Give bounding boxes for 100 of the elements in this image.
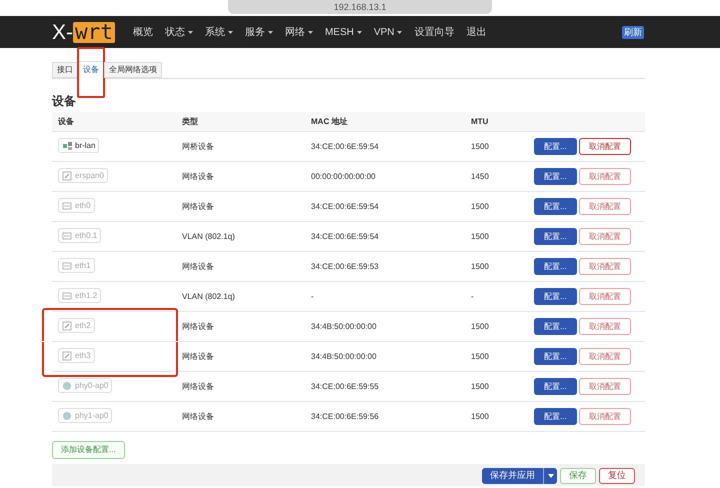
menu-item[interactable]: 退出	[466, 24, 486, 40]
configure-button[interactable]: 配置...	[534, 348, 577, 365]
table-cell-text: 34:CE:00:6E:59:56	[311, 410, 380, 422]
configure-button[interactable]: 配置...	[534, 258, 577, 275]
device-label: eth1.2	[58, 288, 102, 304]
column-header: MAC 地址	[311, 116, 348, 128]
column-header: MTU	[471, 116, 490, 128]
table-cell-text: 网络设备	[182, 200, 215, 212]
table-cell-text: 34:4B:50:00:00:00	[311, 320, 378, 332]
unconfigure-button[interactable]: 取消配置	[579, 408, 631, 425]
caret-icon	[356, 30, 362, 34]
menu-item[interactable]: 网络	[284, 24, 313, 40]
menu-item[interactable]: 概览	[132, 24, 153, 40]
menu-item[interactable]: 系统	[204, 24, 233, 40]
network-icon	[62, 170, 72, 181]
unconfigure-button[interactable]: 取消配置	[579, 288, 631, 305]
caret-icon[interactable]	[543, 468, 557, 484]
table-cell-text: VLAN (802.1q)	[182, 290, 236, 302]
configure-button[interactable]: 配置...	[534, 138, 577, 155]
menu-item[interactable]: 状态	[164, 24, 193, 40]
unconfigure-button[interactable]: 取消配置	[579, 378, 631, 395]
table-cell-text: 1500	[471, 410, 490, 422]
configure-button[interactable]: 配置...	[534, 378, 577, 395]
table-cell-text: 网络设备	[182, 350, 215, 362]
device-label: eth3	[58, 348, 95, 364]
unconfigure-button[interactable]: 取消配置	[579, 348, 631, 365]
column-header: 设备	[56, 116, 75, 128]
table-cell-text: -	[311, 290, 315, 302]
table-cell-text: 1500	[471, 350, 490, 362]
network-icon	[62, 350, 72, 361]
caret-icon	[188, 30, 193, 34]
table-cell-text: 网络设备	[182, 260, 215, 272]
device-label: erspan0	[58, 168, 108, 184]
configure-button[interactable]: 配置...	[534, 288, 577, 305]
unconfigure-button[interactable]: 取消配置	[579, 168, 631, 185]
table-cell-text: 1500	[471, 200, 490, 212]
table-cell-text: 34:CE:00:6E:59:54	[311, 230, 380, 242]
table-cell-text: 网络设备	[182, 320, 215, 332]
unconfigure-button[interactable]: 取消配置	[579, 138, 631, 155]
table-cell-text: 网桥设备	[182, 140, 215, 152]
port-icon	[62, 260, 72, 271]
bridge-icon	[62, 140, 72, 151]
configure-button[interactable]: 配置...	[534, 228, 577, 245]
device-label: eth0	[58, 198, 95, 214]
device-label: eth1	[58, 258, 95, 274]
device-label: eth2	[58, 318, 95, 334]
reset-button[interactable]: 复位	[599, 468, 635, 484]
port-icon	[62, 230, 72, 241]
table-cell-text: 网络设备	[182, 410, 215, 422]
tab[interactable]: 全局网络选项	[104, 62, 162, 78]
table-cell-text: 34:CE:00:6E:59:54	[311, 200, 380, 212]
table-cell-text: 34:CE:00:6E:59:53	[311, 260, 380, 272]
unconfigure-button[interactable]: 取消配置	[579, 258, 631, 275]
save-apply-button[interactable]: 保存并应用	[482, 468, 557, 484]
menu-item[interactable]: 设置向导	[414, 24, 454, 40]
globe-icon	[62, 380, 72, 391]
table-cell-text: 34:CE:00:6E:59:55	[311, 380, 380, 392]
menu-item[interactable]: VPN	[374, 24, 402, 40]
table-cell-text: 网络设备	[182, 170, 215, 182]
refresh-badge[interactable]: 刷新	[622, 26, 644, 38]
configure-button[interactable]: 配置...	[534, 168, 577, 185]
table-cell-text: 1500	[471, 260, 490, 272]
add-device-button[interactable]: 添加设备配置...	[52, 441, 125, 459]
table-cell-text: 1500	[471, 380, 490, 392]
tab[interactable]: 设备	[78, 61, 104, 79]
table-cell-text: 34:4B:50:00:00:00	[311, 350, 378, 362]
port-icon	[62, 200, 72, 211]
unconfigure-button[interactable]: 取消配置	[579, 198, 631, 215]
device-label: br-lan	[58, 138, 100, 154]
device-label: phy1-ap0	[58, 408, 112, 424]
device-label: eth0.1	[58, 228, 102, 244]
table-cell-text: 34:CE:00:6E:59:54	[311, 140, 380, 152]
menu-item[interactable]: MESH	[324, 24, 362, 40]
table-cell-text: 1500	[471, 320, 490, 332]
unconfigure-button[interactable]: 取消配置	[579, 228, 631, 245]
table-cell-text: 网络设备	[182, 380, 215, 392]
table-cell-text: -	[471, 290, 475, 302]
table-cell-text: 1500	[471, 140, 490, 152]
device-label: phy0-ap0	[58, 378, 112, 394]
table-cell-text: 1500	[471, 230, 490, 242]
caret-icon	[308, 30, 313, 34]
configure-button[interactable]: 配置...	[534, 198, 577, 215]
unconfigure-button[interactable]: 取消配置	[579, 318, 631, 335]
table-cell-text: VLAN (802.1q)	[182, 230, 236, 242]
save-button[interactable]: 保存	[560, 468, 596, 484]
section-title: 设备	[52, 94, 77, 108]
table-cell-text: 00:00:00:00:00:00	[311, 170, 377, 182]
configure-button[interactable]: 配置...	[534, 318, 577, 335]
tab[interactable]: 接口	[52, 62, 78, 78]
caret-icon	[397, 30, 402, 34]
port-icon	[62, 290, 72, 301]
caret-icon	[228, 30, 233, 34]
configure-button[interactable]: 配置...	[534, 408, 577, 425]
table-cell-text: 1450	[471, 170, 490, 182]
menu-item[interactable]: 服务	[244, 24, 273, 40]
caret-icon	[268, 30, 273, 34]
network-icon	[62, 320, 72, 331]
address-bar[interactable]: 192.168.13.1	[228, 0, 492, 14]
column-header: 类型	[182, 116, 199, 128]
globe-icon	[62, 410, 72, 421]
